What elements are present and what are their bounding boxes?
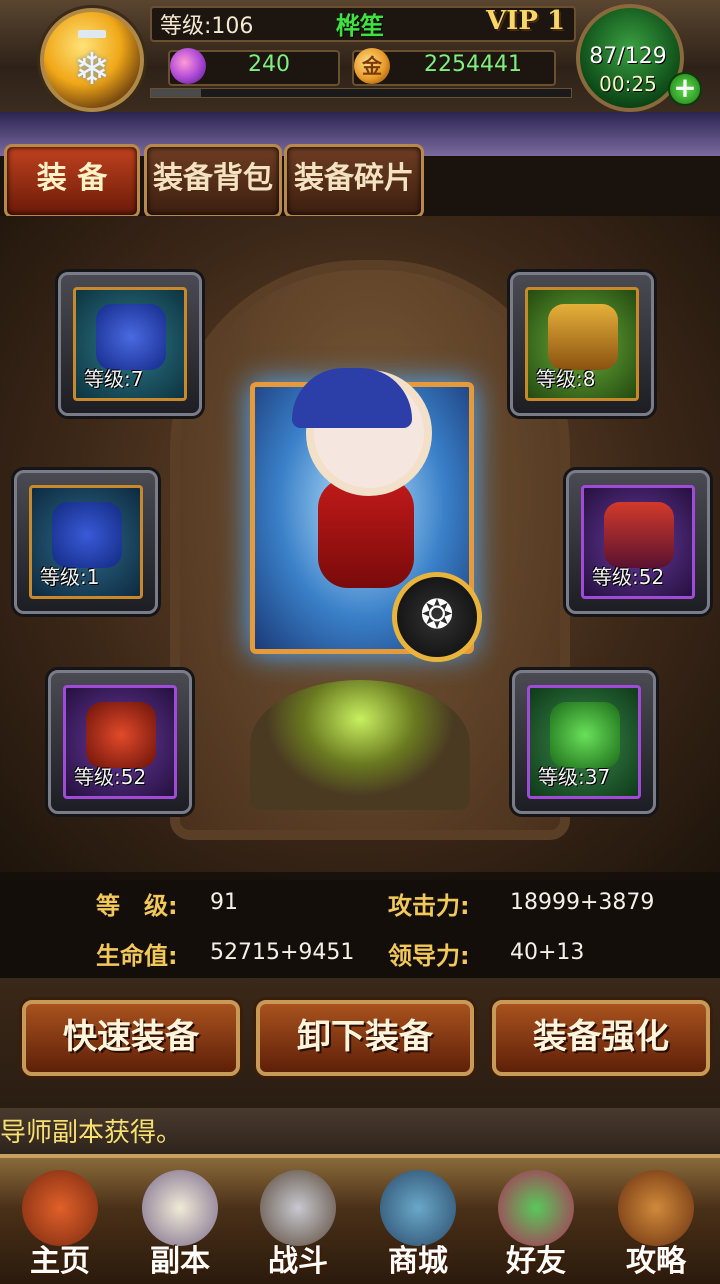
boots-icon xyxy=(86,702,156,768)
slot-frame: 等级:52 xyxy=(581,485,695,599)
rank-bar-icon xyxy=(78,30,106,38)
monster-shop-icon xyxy=(380,1170,456,1246)
nav-label: 副本 xyxy=(150,1244,210,1279)
gold-count: 2254441 xyxy=(424,52,522,77)
stat-leadership-label: 领导力: xyxy=(388,942,470,970)
gold-coin-icon: 金 xyxy=(354,48,390,84)
notice-text: 导师副本获得。 xyxy=(0,1118,183,1148)
slot-level: 等级:1 xyxy=(40,565,100,589)
equip-slot-ring[interactable]: 等级:37 xyxy=(512,670,656,814)
equip-slot-amulet[interactable]: 等级:8 xyxy=(510,272,654,416)
equip-slot-armor[interactable]: 等级:1 xyxy=(14,470,158,614)
nav-label: 主页 xyxy=(30,1244,90,1279)
stat-hp-value: 52715+9451 xyxy=(210,940,355,965)
tab-equipment[interactable]: 装 备 xyxy=(4,144,140,218)
friends-icon xyxy=(498,1170,574,1246)
slot-level: 等级:8 xyxy=(536,367,596,391)
stat-attack-label: 攻击力: xyxy=(388,892,470,920)
nav-label: 战斗 xyxy=(268,1244,328,1279)
armor-icon xyxy=(52,502,122,568)
nav-battle[interactable]: 战斗 xyxy=(242,1164,354,1279)
experience-bar-fill xyxy=(151,89,202,97)
cape-icon xyxy=(604,502,674,568)
gem-icon xyxy=(170,48,206,84)
ring-icon xyxy=(550,702,620,768)
vip-badge[interactable]: VIP 1 xyxy=(486,6,565,36)
book-icon xyxy=(618,1170,694,1246)
slot-frame: 等级:37 xyxy=(527,685,641,799)
slot-level: 等级:37 xyxy=(538,765,611,789)
stat-level-value: 91 xyxy=(210,890,238,915)
slot-level: 等级:52 xyxy=(74,765,147,789)
nav-friends[interactable]: 好友 xyxy=(480,1164,592,1279)
slot-level: 等级:52 xyxy=(592,565,665,589)
stat-attack-value: 18999+3879 xyxy=(510,890,655,915)
nav-guide[interactable]: 攻略 xyxy=(600,1164,712,1279)
equip-slot-boots[interactable]: 等级:52 xyxy=(48,670,192,814)
stat-hp-label: 生命值: xyxy=(96,942,178,970)
enhance-equipment-button[interactable]: 装备强化 xyxy=(492,1000,710,1076)
amulet-icon xyxy=(548,304,618,370)
tab-equipment-bag[interactable]: 装备背包 xyxy=(144,144,282,218)
stat-leadership-value: 40+13 xyxy=(510,940,585,965)
nav-label: 好友 xyxy=(506,1244,566,1279)
nav-dungeon[interactable]: 副本 xyxy=(124,1164,236,1279)
player-name: 桦笙 xyxy=(336,12,384,40)
quick-equip-button[interactable]: 快速装备 xyxy=(22,1000,240,1076)
slot-frame: 等级:8 xyxy=(525,287,639,401)
nav-shop[interactable]: 商城 xyxy=(362,1164,474,1279)
player-level: 等级:106 xyxy=(160,14,254,39)
helmet-icon xyxy=(96,304,166,370)
nav-home[interactable]: 主页 xyxy=(4,1164,116,1279)
stat-level-label: 等 级: xyxy=(96,892,178,920)
equip-slot-helmet[interactable]: 等级:7 xyxy=(58,272,202,416)
energy-timer: 00:25 xyxy=(599,72,657,96)
experience-bar xyxy=(150,88,572,98)
player-avatar[interactable]: ❄ xyxy=(40,8,144,112)
gem-count: 240 xyxy=(248,52,290,77)
house-icon xyxy=(22,1170,98,1246)
energy-count: 87/129 xyxy=(589,44,667,69)
tab-equipment-fragments[interactable]: 装备碎片 xyxy=(284,144,424,218)
slot-frame: 等级:1 xyxy=(29,485,143,599)
slot-frame: 等级:7 xyxy=(73,287,187,401)
equip-slot-cape[interactable]: 等级:52 xyxy=(566,470,710,614)
wing-badge-icon[interactable]: ❂ xyxy=(392,572,482,662)
add-energy-button[interactable]: + xyxy=(668,72,702,106)
unequip-button[interactable]: 卸下装备 xyxy=(256,1000,474,1076)
snowflake-rank-icon: ❄ xyxy=(73,44,111,95)
swords-icon xyxy=(260,1170,336,1246)
glowing-altar xyxy=(250,680,470,810)
slot-level: 等级:7 xyxy=(84,367,144,391)
nav-label: 攻略 xyxy=(626,1244,686,1279)
slot-frame: 等级:52 xyxy=(63,685,177,799)
nav-label: 商城 xyxy=(388,1244,448,1279)
skull-icon xyxy=(142,1170,218,1246)
